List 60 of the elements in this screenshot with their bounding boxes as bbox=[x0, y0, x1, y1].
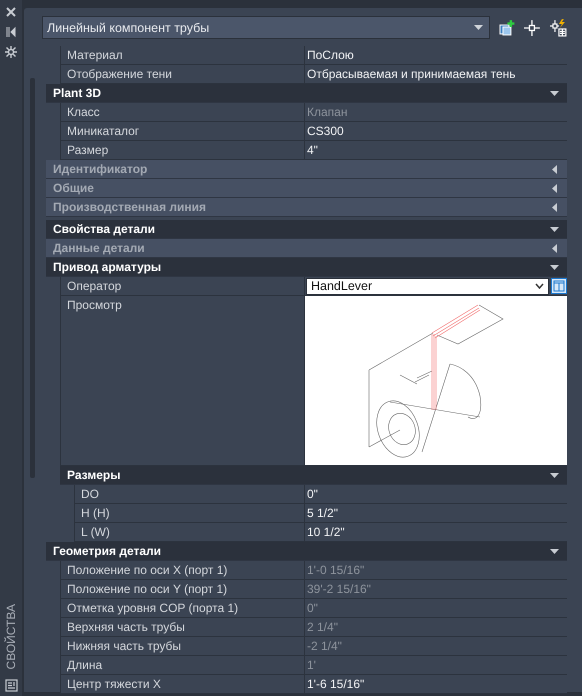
property-value: ПоСлою bbox=[306, 47, 355, 64]
property-label: Оператор bbox=[61, 277, 305, 295]
dropdown-value: Линейный компонент трубы bbox=[47, 20, 210, 34]
property-label: Положение по оси Y (порт 1) bbox=[61, 580, 305, 598]
category-header[interactable]: Plant 3D bbox=[46, 84, 567, 103]
quick-select-icon[interactable] bbox=[499, 20, 516, 36]
caret-icon bbox=[474, 25, 484, 30]
crosshair-icon[interactable] bbox=[524, 20, 540, 36]
property-label: L (W) bbox=[75, 523, 305, 541]
property-label: H (H) bbox=[75, 504, 305, 522]
category-header[interactable]: Привод арматуры bbox=[46, 258, 567, 277]
collapse-arrow-icon bbox=[550, 470, 559, 480]
expand-arrow-icon bbox=[550, 244, 559, 252]
object-type-dropdown[interactable]: Линейный компонент трубы bbox=[42, 16, 490, 39]
property-label: Верхняя часть трубы bbox=[61, 618, 305, 636]
category-header[interactable]: Свойства детали bbox=[46, 220, 567, 239]
property-value: 2 1/4" bbox=[306, 619, 339, 636]
property-label: Нижняя часть трубы bbox=[61, 637, 305, 655]
expand-arrow-icon bbox=[550, 164, 559, 174]
property-value: 0" bbox=[306, 486, 319, 503]
property-value: Клапан bbox=[306, 104, 348, 121]
table-icon[interactable] bbox=[551, 278, 567, 294]
close-icon[interactable] bbox=[5, 6, 17, 18]
property-value: 5 1/2" bbox=[306, 505, 339, 522]
property-value: 0" bbox=[306, 600, 319, 617]
collapse-arrow-icon bbox=[550, 88, 559, 98]
scrollbar[interactable] bbox=[30, 78, 34, 478]
collapse-arrow-icon bbox=[550, 224, 559, 234]
property-value: 39'-2 15/16" bbox=[306, 581, 372, 598]
property-value: -2 1/4" bbox=[306, 638, 343, 655]
gear-icon[interactable] bbox=[5, 46, 17, 58]
expand-arrow-icon bbox=[550, 184, 559, 192]
property-label: Класс bbox=[61, 103, 305, 121]
select-objects-icon[interactable] bbox=[549, 18, 568, 36]
collapse-icon[interactable] bbox=[5, 26, 17, 38]
property-value: 1' bbox=[306, 657, 317, 674]
property-label: Положение по оси X (порт 1) bbox=[61, 561, 305, 579]
property-label: Размер bbox=[61, 141, 305, 159]
property-label: DO bbox=[75, 485, 305, 503]
property-label: Центр тяжести X bbox=[61, 675, 305, 693]
category-header[interactable]: Геометрия детали bbox=[46, 542, 567, 561]
category-header[interactable]: Размеры bbox=[60, 466, 567, 485]
property-value: Отбрасываемая и принимаемая тень bbox=[306, 66, 517, 83]
property-label: Материал bbox=[61, 46, 305, 64]
property-label: Отображение тени bbox=[61, 65, 305, 83]
collapse-arrow-icon bbox=[550, 546, 559, 556]
palette-title: СВОЙСТВА bbox=[4, 604, 18, 669]
property-label: Миникаталог bbox=[61, 122, 305, 140]
collapse-arrow-icon bbox=[550, 262, 559, 272]
chevron-icon bbox=[535, 283, 544, 289]
property-value: 1'-6 15/16" bbox=[306, 676, 366, 693]
property-value: 1'-0 15/16" bbox=[306, 562, 366, 579]
properties-icon[interactable] bbox=[4, 679, 18, 692]
expand-arrow-icon bbox=[550, 202, 559, 212]
property-value: 10 1/2" bbox=[306, 524, 346, 541]
property-value: 4" bbox=[306, 142, 319, 159]
property-value: CS300 bbox=[306, 123, 345, 140]
property-label: Длина bbox=[61, 656, 305, 674]
operator-dropdown[interactable]: HandLever bbox=[306, 278, 549, 294]
property-label: Отметка уровня COP (порта 1) bbox=[61, 599, 305, 617]
